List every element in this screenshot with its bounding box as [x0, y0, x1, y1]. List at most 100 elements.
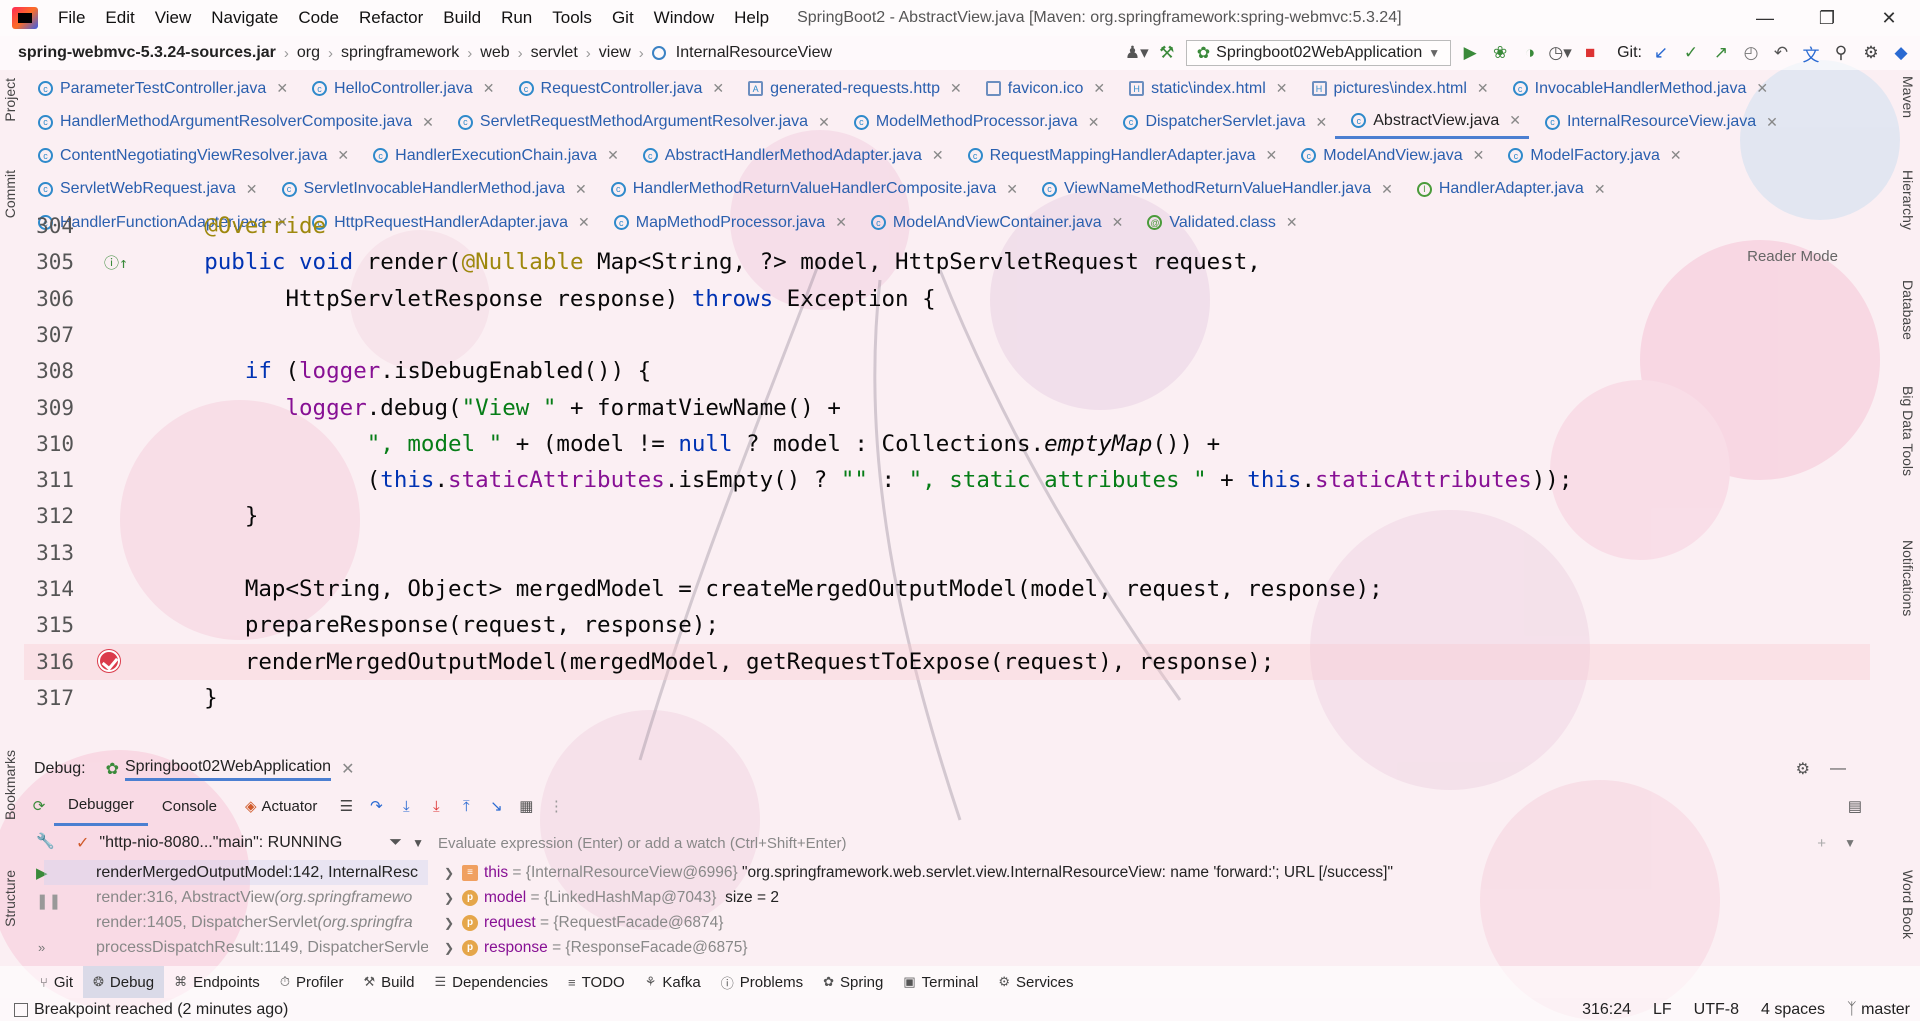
tool-window-build[interactable]: ⚒ Build: [353, 966, 424, 998]
editor-tab[interactable]: c HandlerMethodReturnValueHandlerComposit…: [595, 173, 1026, 206]
menu-edit[interactable]: Edit: [95, 8, 144, 28]
stack-frame[interactable]: processDispatchResult:1149, DispatcherSe…: [44, 935, 428, 960]
filter-icon[interactable]: ⏷: [389, 834, 402, 852]
close-tab-icon[interactable]: ✕: [246, 181, 258, 198]
close-tab-icon[interactable]: ✕: [1088, 114, 1100, 131]
caret-position[interactable]: 316:24: [1582, 1001, 1631, 1019]
gutter[interactable]: ⓘ↑: [74, 244, 150, 280]
editor-tab[interactable]: c AbstractHandlerMethodAdapter.java ✕: [627, 139, 952, 172]
big-data-tools-panel-button[interactable]: Big Data Tools: [1900, 386, 1916, 476]
close-tab-icon[interactable]: ✕: [1594, 181, 1606, 198]
editor-tab[interactable]: c ContentNegotiatingViewResolver.java ✕: [22, 139, 357, 172]
close-tab-icon[interactable]: ✕: [607, 147, 619, 164]
code-line[interactable]: 307: [24, 317, 1870, 353]
close-icon[interactable]: ✕: [341, 759, 354, 779]
breadcrumb-servlet[interactable]: servlet: [527, 44, 582, 62]
tool-window-debug[interactable]: ❂ Debug: [82, 966, 165, 998]
breakpoint-icon[interactable]: [98, 649, 120, 672]
variable-row[interactable]: ❯ p model = {LinkedHashMap@7043} size = 2: [430, 885, 1870, 910]
chevron-down-icon[interactable]: ▼: [412, 836, 424, 850]
file-encoding[interactable]: UTF-8: [1694, 1001, 1739, 1019]
editor-tab[interactable]: c DispatcherServlet.java ✕: [1107, 106, 1335, 139]
commit-panel-button[interactable]: Commit: [2, 170, 18, 218]
code-line[interactable]: 304 @Override: [24, 208, 1870, 244]
close-tab-icon[interactable]: ✕: [818, 114, 830, 131]
project-panel-button[interactable]: Project: [2, 78, 18, 122]
line-separator[interactable]: LF: [1653, 1001, 1672, 1019]
code-editor[interactable]: 304 @Override 305 ⓘ↑ public void render(@N…: [24, 213, 1870, 746]
gutter[interactable]: [74, 390, 150, 426]
menu-tools[interactable]: Tools: [542, 8, 602, 28]
editor-tab[interactable]: I HandlerAdapter.java ✕: [1401, 173, 1614, 206]
close-window-button[interactable]: ✕: [1858, 0, 1920, 36]
ide-logo-icon[interactable]: ◆: [1890, 42, 1912, 64]
gutter[interactable]: [74, 208, 150, 244]
gutter[interactable]: [74, 644, 150, 680]
editor-tab[interactable]: c ModelFactory.java ✕: [1492, 139, 1689, 172]
gutter[interactable]: [74, 317, 150, 353]
database-panel-button[interactable]: Database: [1900, 280, 1916, 340]
line-number[interactable]: 316: [24, 650, 74, 674]
line-number[interactable]: 306: [24, 287, 74, 311]
hierarchy-panel-button[interactable]: Hierarchy: [1900, 170, 1916, 230]
editor-tab[interactable]: c ParameterTestController.java ✕: [22, 72, 296, 105]
code-line[interactable]: 312 }: [24, 498, 1870, 534]
coverage-icon[interactable]: ◑: [1519, 42, 1541, 64]
gutter[interactable]: [74, 607, 150, 643]
close-tab-icon[interactable]: ✕: [950, 80, 962, 97]
menu-refactor[interactable]: Refactor: [349, 8, 433, 28]
editor-tab[interactable]: favicon.ico ✕: [970, 72, 1113, 105]
tab-debugger[interactable]: Debugger: [54, 786, 148, 826]
evaluate-icon[interactable]: ▦: [514, 794, 538, 818]
run-to-cursor-icon[interactable]: ↘: [484, 794, 508, 818]
maven-panel-button[interactable]: Maven: [1900, 76, 1916, 118]
menu-code[interactable]: Code: [288, 8, 349, 28]
close-tab-icon[interactable]: ✕: [712, 80, 724, 97]
tool-window-terminal[interactable]: ▣ Terminal: [893, 966, 988, 998]
breadcrumb-class[interactable]: InternalResourceView: [672, 44, 836, 62]
editor-tab[interactable]: c ModelAndView.java ✕: [1285, 139, 1492, 172]
expand-arrow-icon[interactable]: ❯: [444, 941, 462, 955]
breadcrumb-jar[interactable]: spring-webmvc-5.3.24-sources.jar: [14, 44, 280, 62]
tab-console[interactable]: Console: [148, 786, 231, 826]
menu-view[interactable]: View: [145, 8, 202, 28]
code-line[interactable]: 315 prepareResponse(request, response);: [24, 607, 1870, 643]
editor-tab[interactable]: c HelloController.java ✕: [296, 72, 502, 105]
stop-icon[interactable]: ■: [1579, 42, 1601, 64]
breadcrumb-web[interactable]: web: [476, 44, 513, 62]
tool-window-endpoints[interactable]: ⌘ Endpoints: [164, 966, 270, 998]
line-number[interactable]: 313: [24, 541, 74, 565]
tool-window-services[interactable]: ⚙ Services: [988, 966, 1083, 998]
editor-tab[interactable]: c RequestMappingHandlerAdapter.java ✕: [952, 139, 1286, 172]
user-icon[interactable]: ♟▾: [1125, 42, 1149, 64]
layout-icon[interactable]: ▤: [1848, 797, 1862, 815]
close-tab-icon[interactable]: ✕: [1477, 80, 1489, 97]
editor-tab[interactable]: c ServletWebRequest.java ✕: [22, 173, 266, 206]
close-tab-icon[interactable]: ✕: [1316, 114, 1328, 131]
close-tab-icon[interactable]: ✕: [276, 80, 288, 97]
line-number[interactable]: 307: [24, 323, 74, 347]
git-branch[interactable]: ᛉ master: [1847, 1001, 1910, 1019]
editor-tab[interactable]: c ServletInvocableHandlerMethod.java ✕: [266, 173, 595, 206]
editor-tab[interactable]: c RequestController.java ✕: [503, 72, 733, 105]
notifications-panel-button[interactable]: Notifications: [1900, 540, 1916, 616]
line-number[interactable]: 311: [24, 468, 74, 492]
tool-window-dependencies[interactable]: ☰ Dependencies: [424, 966, 558, 998]
tab-actuator[interactable]: ◈ Actuator: [231, 786, 331, 826]
editor-tab[interactable]: c ModelMethodProcessor.java ✕: [838, 106, 1108, 139]
gutter[interactable]: [74, 498, 150, 534]
editor-tab[interactable]: c AbstractView.java ✕: [1335, 106, 1529, 139]
line-number[interactable]: 317: [24, 686, 74, 710]
tool-window-spring[interactable]: ✿ Spring: [813, 966, 893, 998]
line-number[interactable]: 312: [24, 504, 74, 528]
tool-window-kafka[interactable]: ⚘ Kafka: [635, 966, 711, 998]
menu-window[interactable]: Window: [644, 8, 724, 28]
search-icon[interactable]: ⚲: [1830, 42, 1852, 64]
evaluate-expression-input[interactable]: Evaluate expression (Enter) or add a wat…: [430, 826, 1870, 860]
code-line[interactable]: 305 ⓘ↑ public void render(@Nullable Map<S…: [24, 244, 1870, 280]
code-line[interactable]: 313: [24, 535, 1870, 571]
status-toggle-icon[interactable]: [14, 1002, 28, 1017]
close-tab-icon[interactable]: ✕: [483, 80, 495, 97]
close-tab-icon[interactable]: ✕: [932, 147, 944, 164]
code-line[interactable]: 314 Map<String, Object> mergedModel = cr…: [24, 571, 1870, 607]
